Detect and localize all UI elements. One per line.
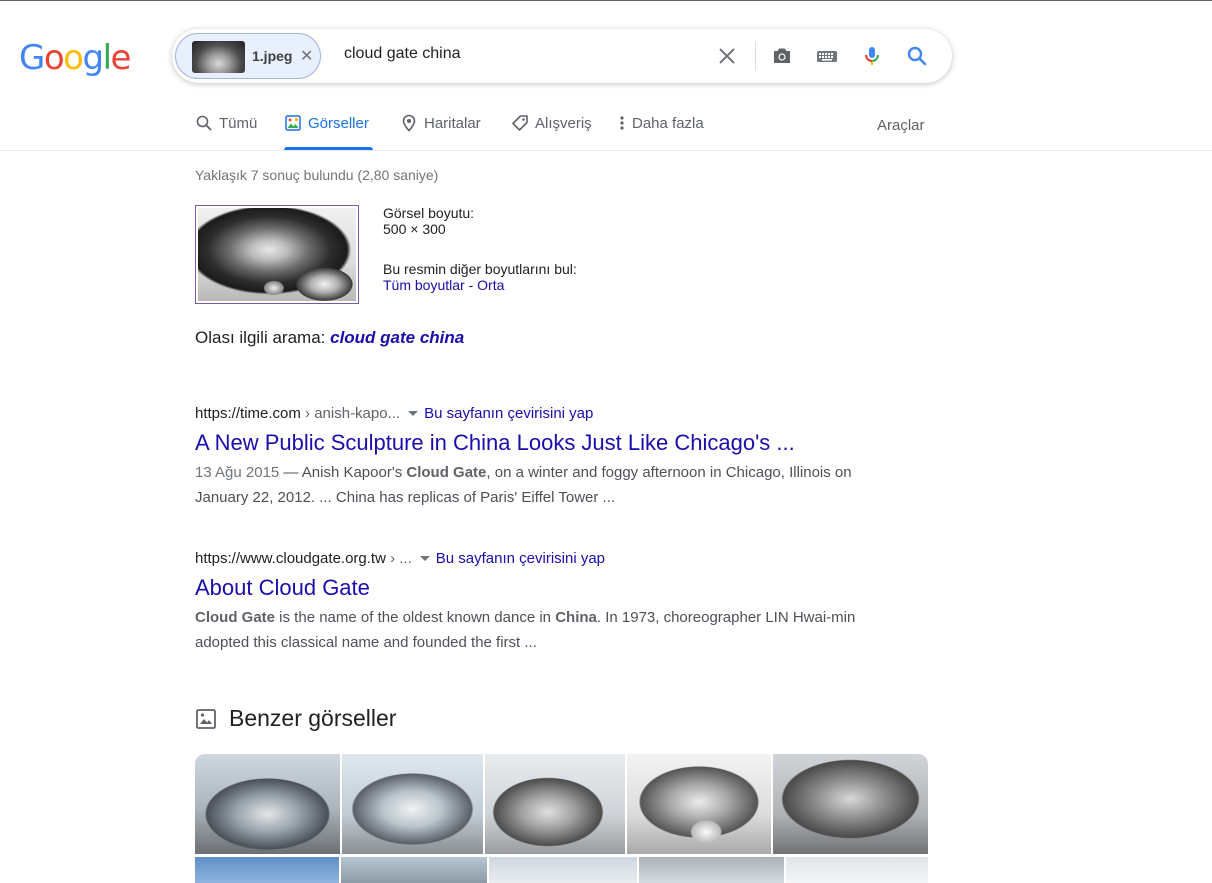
similar-image-thumb[interactable] xyxy=(786,857,928,883)
search-result: https://www.cloudgate.org.tw › ... Bu say… xyxy=(195,550,875,655)
search-input[interactable]: cloud gate china xyxy=(344,45,461,63)
similar-image-thumb[interactable] xyxy=(342,754,483,854)
query-image-name: 1.jpeg xyxy=(252,48,293,64)
similar-image-thumb[interactable] xyxy=(489,857,637,883)
similar-images-grid xyxy=(195,754,928,883)
result-cite: https://www.cloudgate.org.tw › ... Bu say… xyxy=(195,550,875,567)
snippet-text: — Anish Kapoor's xyxy=(279,464,407,481)
image-icon xyxy=(196,708,216,729)
snippet-highlight: China xyxy=(555,609,597,626)
search-box[interactable]: 1.jpeg ✕ cloud gate china xyxy=(172,29,952,83)
medium-size-link[interactable]: Orta xyxy=(477,277,504,293)
top-border xyxy=(0,0,1212,1)
keyboard-icon[interactable] xyxy=(814,43,840,69)
all-sizes-link[interactable]: Tüm boyutlar xyxy=(383,277,465,293)
search-icon[interactable] xyxy=(904,43,930,69)
logo-letter: g xyxy=(82,38,104,78)
image-info: Görsel boyutu: 500 × 300 Bu resmin diğer… xyxy=(383,205,577,293)
result-host[interactable]: https://www.cloudgate.org.tw xyxy=(195,550,386,567)
tab-more[interactable]: Daha fazla xyxy=(618,114,704,132)
tab-label: Daha fazla xyxy=(632,114,704,132)
similar-image-thumb[interactable] xyxy=(195,857,339,883)
tab-maps[interactable]: Haritalar xyxy=(400,114,481,132)
related-search-label: Olası ilgili arama: xyxy=(195,328,331,347)
tabs-divider xyxy=(0,150,1212,151)
snippet-highlight: Cloud Gate xyxy=(406,464,487,481)
tag-icon xyxy=(512,115,528,131)
result-date: 13 Ağu 2015 xyxy=(195,464,280,481)
result-title-link[interactable]: About Cloud Gate xyxy=(195,574,875,602)
remove-image-icon[interactable]: ✕ xyxy=(300,46,313,66)
tools-button[interactable]: Araçlar xyxy=(877,117,925,134)
tab-label: Alışveriş xyxy=(535,114,592,132)
similar-image-thumb[interactable] xyxy=(195,754,340,854)
camera-icon[interactable] xyxy=(769,43,795,69)
image-query-chip[interactable]: 1.jpeg ✕ xyxy=(175,33,321,79)
snippet-highlight: Cloud Gate xyxy=(195,609,276,626)
logo-letter: G xyxy=(19,38,45,78)
logo-letter: e xyxy=(110,38,132,78)
related-search: Olası ilgili arama: cloud gate china xyxy=(195,328,464,348)
more-vert-icon xyxy=(620,116,624,130)
logo-letter: l xyxy=(102,38,112,78)
query-image-thumbnail xyxy=(192,41,245,73)
image-size-value: 500 × 300 xyxy=(383,221,446,237)
query-image xyxy=(198,208,356,301)
result-stats: Yaklaşık 7 sonuç bulundu (2,80 saniye) xyxy=(195,167,439,183)
logo-letter: o xyxy=(43,38,65,78)
tab-label: Tümü xyxy=(219,114,258,132)
result-path: › ... xyxy=(385,550,412,567)
tab-label: Haritalar xyxy=(424,114,481,132)
image-icon xyxy=(285,115,301,131)
result-host[interactable]: https://time.com xyxy=(195,405,301,422)
tab-label: Görseller xyxy=(308,114,369,132)
result-path: › anish-kapo... xyxy=(300,405,401,422)
tab-images[interactable]: Görseller xyxy=(284,114,369,132)
result-snippet: Cloud Gate is the name of the oldest kno… xyxy=(195,605,875,655)
search-divider xyxy=(755,42,756,70)
query-image-preview[interactable] xyxy=(195,205,359,304)
sizes-separator: - xyxy=(464,277,478,293)
similar-image-thumb[interactable] xyxy=(341,857,487,883)
tab-shopping[interactable]: Alışveriş xyxy=(511,114,592,132)
tab-all[interactable]: Tümü xyxy=(195,114,257,132)
other-sizes-label: Bu resmin diğer boyutlarını bul: xyxy=(383,261,577,277)
similar-image-thumb[interactable] xyxy=(485,754,625,854)
similar-image-thumb[interactable] xyxy=(773,754,928,854)
dropdown-caret-icon[interactable] xyxy=(408,410,419,416)
similar-images-heading: Benzer görseller xyxy=(229,705,397,731)
snippet-text: is the name of the oldest known dance in xyxy=(275,609,556,626)
translate-link[interactable]: Bu sayfanın çevirisini yap xyxy=(424,405,593,422)
search-icon xyxy=(196,115,212,131)
dropdown-caret-icon[interactable] xyxy=(419,555,430,561)
related-search-link[interactable]: cloud gate china xyxy=(330,328,464,347)
result-title-link[interactable]: A New Public Sculpture in China Looks Ju… xyxy=(195,429,875,457)
logo-letter: o xyxy=(63,38,84,78)
search-result: https://time.com › anish-kapo... Bu sayfa… xyxy=(195,405,875,510)
similar-image-thumb[interactable] xyxy=(627,754,771,854)
clear-icon[interactable] xyxy=(714,43,740,69)
google-logo[interactable]: Google xyxy=(19,38,132,78)
similar-image-thumb[interactable] xyxy=(639,857,784,883)
result-cite: https://time.com › anish-kapo... Bu sayfa… xyxy=(195,405,875,422)
similar-images-header: Benzer görseller xyxy=(195,705,396,732)
mic-icon[interactable] xyxy=(859,43,885,69)
image-size-label: Görsel boyutu: xyxy=(383,205,475,221)
pin-icon xyxy=(402,114,416,132)
translate-link[interactable]: Bu sayfanın çevirisini yap xyxy=(436,550,605,567)
result-snippet: 13 Ağu 2015 — Anish Kapoor's Cloud Gate,… xyxy=(195,460,875,510)
